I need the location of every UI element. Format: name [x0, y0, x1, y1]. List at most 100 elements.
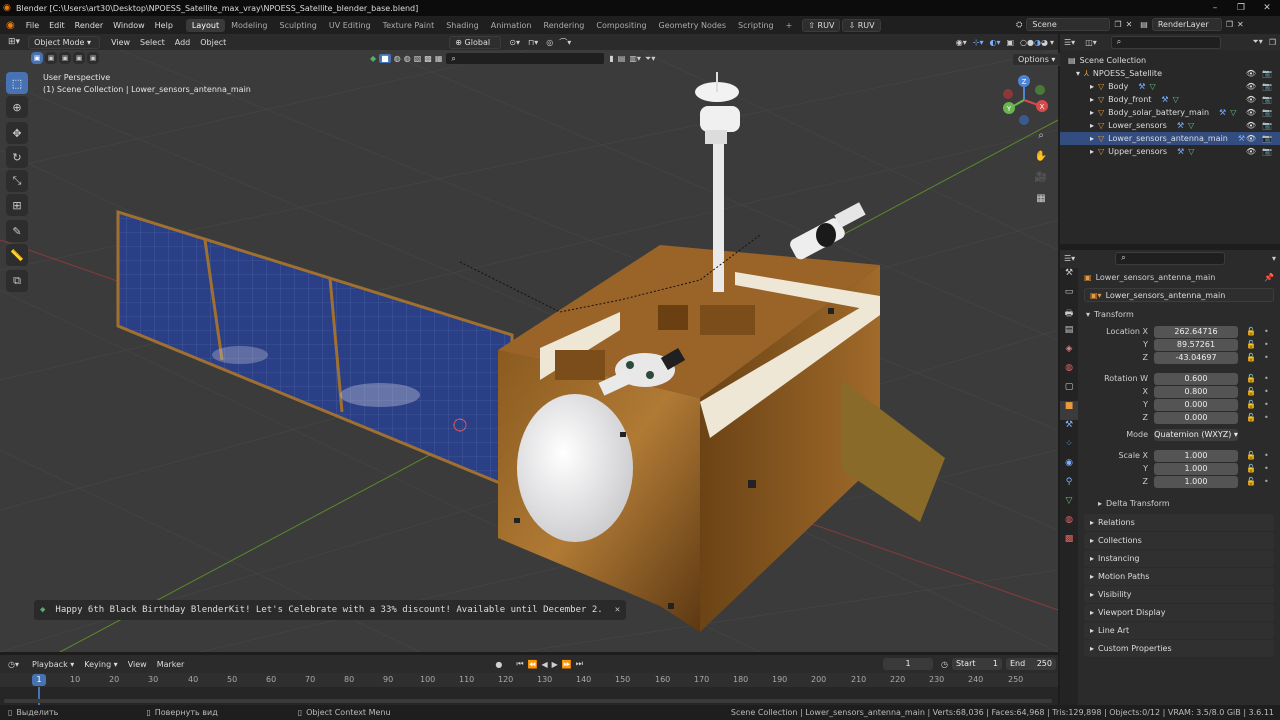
lock-icon[interactable]: 🔓	[1246, 387, 1256, 396]
record-icon[interactable]: ●	[495, 660, 502, 669]
panel-expand-icon[interactable]: ▸	[1090, 518, 1094, 527]
filter-hdri-icon[interactable]: ◍	[404, 54, 411, 63]
scale-z-field[interactable]: 1.000	[1154, 475, 1238, 488]
filter-nodes-icon[interactable]: ▦	[435, 54, 443, 63]
viewport-menu-select[interactable]: Select	[135, 38, 170, 47]
tab-modifiers-icon[interactable]: ⚒	[1060, 420, 1078, 439]
gizmo-neg-y[interactable]	[1035, 85, 1045, 95]
outliner-item[interactable]: ▸ ▽ Body_solar_battery_main ⚒ ▽ 👁 📷	[1060, 106, 1280, 119]
tab-collection-icon[interactable]: ▢	[1060, 382, 1078, 401]
tab-texture-icon[interactable]: ▩	[1060, 534, 1078, 553]
render-camera-icon[interactable]: 📷	[1262, 95, 1272, 104]
lock-icon[interactable]: 🔓	[1246, 413, 1256, 422]
outliner-filter-icon[interactable]: ⏷▾	[1252, 37, 1262, 47]
perspective-toggle-icon[interactable]: ▦	[1030, 193, 1052, 211]
keyframe-dot-icon[interactable]: •	[1264, 327, 1269, 336]
visibility-eye-icon[interactable]: 👁	[1246, 69, 1256, 78]
properties-options-icon[interactable]: ▾	[1272, 254, 1276, 263]
tab-constraints-icon[interactable]: ⚲	[1060, 477, 1078, 496]
filter-scene-icon[interactable]: ▧	[414, 54, 422, 63]
shading-options-icon[interactable]: ▾	[1050, 38, 1054, 47]
blender-menu-icon[interactable]: ◉	[6, 20, 15, 31]
viewport-menu-object[interactable]: Object	[195, 38, 231, 47]
outliner-item-selected[interactable]: ▸ ▽ Lower_sensors_antenna_main ⚒ 👁 📷	[1060, 132, 1280, 145]
select-invert-icon[interactable]: ▣	[73, 52, 85, 64]
outliner-collection[interactable]: ▾ ⅄ NPOESS_Satellite 👁 📷	[1060, 67, 1280, 80]
add-cube-tool-icon[interactable]: ⧉	[6, 270, 28, 292]
pivot-icon[interactable]: ⊙▾	[509, 38, 520, 47]
shading-rendered-icon[interactable]: ◕	[1041, 38, 1048, 47]
panel-collapse-icon[interactable]: ▾	[1086, 310, 1090, 319]
properties-editor-icon[interactable]: ☰▾	[1064, 254, 1075, 263]
scale-y-field[interactable]: 1.000	[1154, 462, 1238, 475]
cursor-tool-icon[interactable]: ⊕	[6, 96, 28, 118]
start-frame-field[interactable]: Start 1	[951, 658, 1002, 670]
expand-icon[interactable]: ▸	[1090, 82, 1094, 91]
asset-view-icon[interactable]: ▤	[618, 54, 626, 63]
panel-expand-icon[interactable]: ▸	[1090, 536, 1094, 545]
outliner-search-input[interactable]: ⌕	[1110, 35, 1221, 49]
tab-render-icon[interactable]: ▭	[1060, 287, 1078, 306]
pan-hand-icon[interactable]: ✋	[1030, 151, 1052, 169]
tab-layout[interactable]: Layout	[185, 18, 226, 32]
location-y-field[interactable]: 89.57261	[1154, 338, 1238, 351]
viewport-scene[interactable]: Z X Y	[0, 50, 1058, 652]
ruv-download-button[interactable]: ⇩ RUV	[842, 18, 881, 32]
navigation-gizmo[interactable]: Z X Y	[1003, 75, 1048, 125]
shading-material-icon[interactable]: ◑	[1034, 38, 1041, 47]
tab-view-layer-icon[interactable]: ▤	[1060, 325, 1078, 344]
rotation-w-field[interactable]: 0.600	[1154, 372, 1238, 385]
menu-window[interactable]: Window	[108, 21, 150, 30]
tab-texture-paint[interactable]: Texture Paint	[377, 19, 441, 32]
bookmark-icon[interactable]: ▮	[609, 54, 613, 63]
outliner-scene-collection[interactable]: ▤ Scene Collection	[1060, 54, 1280, 67]
outliner-item[interactable]: ▸ ▽ Body_front ⚒ ▽ 👁 📷	[1060, 93, 1280, 106]
render-camera-icon[interactable]: 📷	[1262, 69, 1272, 78]
tab-sculpting[interactable]: Sculpting	[274, 19, 323, 32]
keyframe-dot-icon[interactable]: •	[1264, 374, 1269, 383]
panel-expand-icon[interactable]: ▸	[1090, 554, 1094, 563]
scene-selector[interactable]: Scene	[1026, 18, 1111, 31]
play-icon[interactable]: ▶	[552, 660, 558, 669]
panel-expand-icon[interactable]: ▸	[1090, 608, 1094, 617]
delete-layer-icon[interactable]: ✕	[1237, 20, 1244, 29]
timeline-editor-icon[interactable]: ◷▾	[8, 660, 19, 669]
menu-file[interactable]: File	[21, 21, 44, 30]
timeline-menu-view[interactable]: View	[123, 660, 152, 669]
viewport-menu-add[interactable]: Add	[170, 38, 196, 47]
layout-toggle-icon[interactable]: ▥▾	[629, 54, 641, 63]
transform-tool-icon[interactable]: ⊞	[6, 194, 28, 216]
tab-compositing[interactable]: Compositing	[590, 19, 652, 32]
location-x-field[interactable]: 262.64716	[1154, 325, 1238, 338]
outliner-item[interactable]: ▸ ▽ Body ⚒ ▽ 👁 📷	[1060, 80, 1280, 93]
tab-material-icon[interactable]: ◍	[1060, 515, 1078, 534]
lock-icon[interactable]: 🔓	[1246, 340, 1256, 349]
panel-viewport-display[interactable]: ▸ Viewport Display	[1084, 604, 1274, 621]
gizmo-neg-z[interactable]	[1019, 115, 1029, 125]
radiator-panel[interactable]	[842, 380, 945, 522]
shading-solid-icon[interactable]: ●	[1027, 38, 1034, 47]
add-workspace-icon[interactable]: +	[780, 19, 799, 32]
panel-expand-icon[interactable]: ▸	[1090, 572, 1094, 581]
timeline-scrollbar[interactable]	[4, 699, 1052, 703]
filter-mesh-icon[interactable]: ■	[379, 54, 391, 63]
lock-icon[interactable]: 🔓	[1246, 374, 1256, 383]
render-camera-icon[interactable]: 📷	[1262, 134, 1272, 143]
filter-brush-icon[interactable]: ▩	[424, 54, 432, 63]
expand-icon[interactable]: ▸	[1090, 121, 1094, 130]
render-camera-icon[interactable]: 📷	[1262, 108, 1272, 117]
panel-expand-icon[interactable]: ▸	[1090, 644, 1094, 653]
display-mode-icon[interactable]: ◫▾	[1085, 38, 1097, 47]
expand-icon[interactable]: ▾	[1076, 69, 1080, 78]
3d-viewport[interactable]: Z X Y	[0, 50, 1058, 652]
gizmo-icon[interactable]: ⊹▾	[973, 38, 984, 47]
minimize-icon[interactable]: –	[1202, 3, 1228, 13]
tab-data-icon[interactable]: ▽	[1060, 496, 1078, 515]
panel-expand-icon[interactable]: ▸	[1090, 626, 1094, 635]
visibility-eye-icon[interactable]: 👁	[1246, 82, 1256, 91]
asset-filter-icon[interactable]: ⏷▾	[645, 54, 655, 64]
panel-custom-properties[interactable]: ▸ Custom Properties	[1084, 640, 1274, 657]
object-datablock-field[interactable]: ▣▾ Lower_sensors_antenna_main	[1084, 288, 1274, 302]
options-button[interactable]: Options ▾	[1012, 53, 1062, 66]
outliner-item[interactable]: ▸ ▽ Lower_sensors ⚒ ▽ 👁 📷	[1060, 119, 1280, 132]
